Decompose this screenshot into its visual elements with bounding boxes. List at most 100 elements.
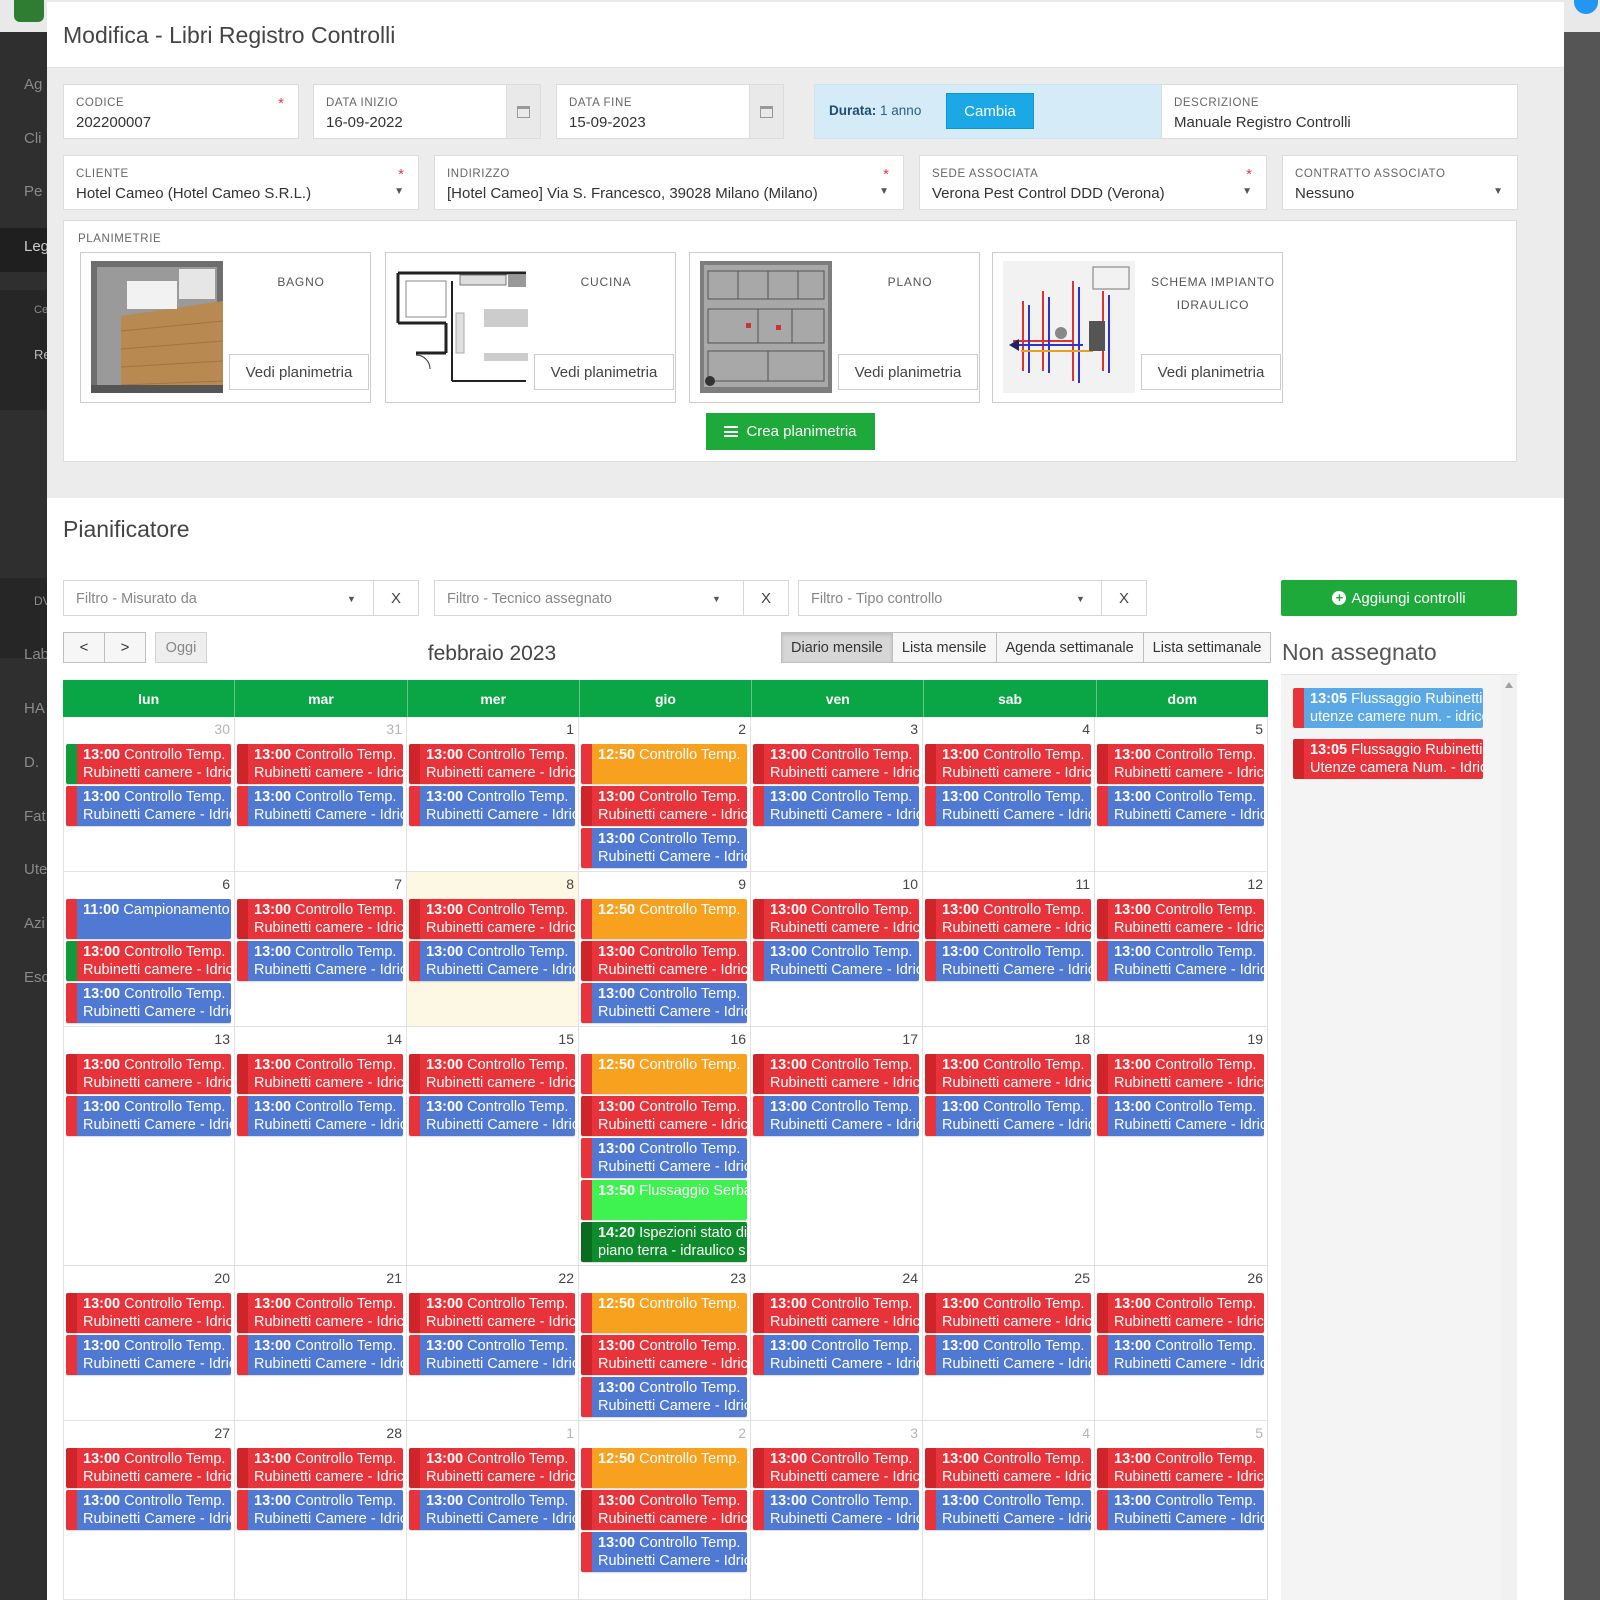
calendar-event[interactable]: 11:00 Campionamento xyxy=(66,899,231,939)
calendar-day[interactable]: 18 13:00 Controllo Temp. Rubinetti camere … xyxy=(923,1027,1095,1265)
day-number[interactable]: 12 xyxy=(1247,876,1263,892)
calendar-event[interactable]: 13:00 Controllo Temp. Rubinetti camere - … xyxy=(581,1335,747,1375)
today-button[interactable]: Oggi xyxy=(155,632,207,663)
day-number[interactable]: 4 xyxy=(1082,1425,1090,1441)
calendar-day[interactable]: 2 12:50 Controllo Temp. 13:00 Controllo Te… xyxy=(579,1421,751,1599)
calendar-event[interactable]: 13:00 Controllo Temp. Rubinetti Camere - … xyxy=(409,1490,575,1530)
calendar-event[interactable]: 13:00 Controllo Temp. Rubinetti Camere - … xyxy=(1097,1096,1264,1136)
filter-tipo-controllo[interactable]: Filtro - Tipo controllo ▼ X xyxy=(798,580,1147,616)
calendar-day[interactable]: 30 13:00 Controllo Temp. Rubinetti camere … xyxy=(63,717,235,871)
day-number[interactable]: 4 xyxy=(1082,721,1090,737)
calendar-event[interactable]: 13:00 Controllo Temp. Rubinetti Camere - … xyxy=(581,1138,747,1178)
calendar-event[interactable]: 12:50 Controllo Temp. xyxy=(581,1054,747,1094)
calendar-day[interactable]: 31 13:00 Controllo Temp. Rubinetti camere … xyxy=(235,717,407,871)
calendar-event[interactable]: 13:00 Controllo Temp. Rubinetti camere - … xyxy=(581,1490,747,1530)
day-number[interactable]: 28 xyxy=(386,1425,402,1441)
calendar-event[interactable]: 13:00 Controllo Temp. Rubinetti camere - … xyxy=(409,899,575,939)
calendar-event[interactable]: 13:00 Controllo Temp. Rubinetti Camere - … xyxy=(1097,1335,1264,1375)
calendar-day[interactable]: 5 13:00 Controllo Temp. Rubinetti camere -… xyxy=(1095,717,1268,871)
calendar-day[interactable]: 23 12:50 Controllo Temp. 13:00 Controllo T… xyxy=(579,1266,751,1420)
crea-planimetria-button[interactable]: Crea planimetria xyxy=(706,413,875,450)
calendar-event[interactable]: 13:00 Controllo Temp. Rubinetti Camere - … xyxy=(66,1490,231,1530)
calendar-event[interactable]: 13:00 Controllo Temp. Rubinetti Camere - … xyxy=(925,1490,1091,1530)
day-number[interactable]: 21 xyxy=(386,1270,402,1286)
view-lista-mensile[interactable]: Lista mensile xyxy=(892,632,997,663)
data-fine-field[interactable]: DATA FINE 15-09-2023 xyxy=(556,84,784,139)
calendar-event[interactable]: 12:50 Controllo Temp. xyxy=(581,899,747,939)
sidebar-item[interactable]: Ag xyxy=(24,76,48,93)
calendar-event[interactable]: 13:00 Controllo Temp. Rubinetti camere - … xyxy=(753,1054,919,1094)
vedi-planimetria-button[interactable]: Vedi planimetria xyxy=(838,354,978,390)
calendar-day[interactable]: 14 13:00 Controllo Temp. Rubinetti camere … xyxy=(235,1027,407,1265)
day-number[interactable]: 22 xyxy=(558,1270,574,1286)
calendar-day[interactable]: 22 13:00 Controllo Temp. Rubinetti camere … xyxy=(407,1266,579,1420)
calendar-day[interactable]: 13 13:00 Controllo Temp. Rubinetti camere … xyxy=(63,1027,235,1265)
chevron-down-icon[interactable]: ▼ xyxy=(1242,186,1252,197)
calendar-event[interactable]: 13:00 Controllo Temp. Rubinetti camere - … xyxy=(66,1054,231,1094)
calendar-day[interactable]: 4 13:00 Controllo Temp. Rubinetti camere -… xyxy=(923,717,1095,871)
calendar-day[interactable]: 16 12:50 Controllo Temp. 13:00 Controllo T… xyxy=(579,1027,751,1265)
calendar-event[interactable]: 13:00 Controllo Temp. Rubinetti camere - … xyxy=(409,744,575,784)
calendar-day[interactable]: 8 13:00 Controllo Temp. Rubinetti camere -… xyxy=(407,872,579,1026)
day-number[interactable]: 8 xyxy=(566,876,574,892)
calendar-event[interactable]: 13:00 Controllo Temp. Rubinetti Camere - … xyxy=(753,1490,919,1530)
day-number[interactable]: 2 xyxy=(738,721,746,737)
day-number[interactable]: 14 xyxy=(386,1031,402,1047)
vedi-planimetria-button[interactable]: Vedi planimetria xyxy=(229,354,369,390)
view-agenda-settimanale[interactable]: Agenda settimanale xyxy=(996,632,1144,663)
calendar-event[interactable]: 13:00 Controllo Temp. Rubinetti camere - … xyxy=(237,899,403,939)
calendar-event[interactable]: 13:00 Controllo Temp. Rubinetti camere - … xyxy=(753,899,919,939)
calendar-event[interactable]: 14:20 Ispezioni stato di piano terra - id… xyxy=(581,1222,747,1262)
calendar-event[interactable]: 13:00 Controllo Temp. Rubinetti Camere - … xyxy=(1097,1490,1264,1530)
view-lista-settimanale[interactable]: Lista settimanale xyxy=(1143,632,1272,663)
calendar-day[interactable]: 2 12:50 Controllo Temp. 13:00 Controllo Te… xyxy=(579,717,751,871)
calendar-event[interactable]: 13:00 Controllo Temp. Rubinetti camere - … xyxy=(237,744,403,784)
sidebar-item[interactable]: Cli xyxy=(24,130,48,147)
calendar-event[interactable]: 13:00 Controllo Temp. Rubinetti camere - … xyxy=(1097,1448,1264,1488)
vedi-planimetria-button[interactable]: Vedi planimetria xyxy=(534,354,674,390)
calendar-event[interactable]: 13:00 Controllo Temp. Rubinetti Camere - … xyxy=(237,1096,403,1136)
day-number[interactable]: 1 xyxy=(566,1425,574,1441)
calendar-event[interactable]: 13:00 Controllo Temp. Rubinetti Camere - … xyxy=(581,983,747,1023)
filter-tecnico-assegnato[interactable]: Filtro - Tecnico assegnato ▼ X xyxy=(434,580,789,616)
clear-filter-button[interactable]: X xyxy=(373,581,418,615)
unassigned-event[interactable]: 13:05 Flussaggio Rubinetti utenze camere… xyxy=(1293,688,1483,728)
calendar-event[interactable]: 13:00 Controllo Temp. Rubinetti Camere - … xyxy=(66,786,231,826)
day-number[interactable]: 16 xyxy=(730,1031,746,1047)
calendar-event[interactable]: 13:00 Controllo Temp. Rubinetti camere - … xyxy=(925,744,1091,784)
calendar-event[interactable]: 13:00 Controllo Temp. Rubinetti camere - … xyxy=(925,1293,1091,1333)
day-number[interactable]: 17 xyxy=(902,1031,918,1047)
calendar-day[interactable]: 21 13:00 Controllo Temp. Rubinetti camere … xyxy=(235,1266,407,1420)
sidebar-item[interactable]: Pe xyxy=(24,183,48,200)
day-number[interactable]: 30 xyxy=(214,721,230,737)
calendar-event[interactable]: 13:00 Controllo Temp. Rubinetti Camere - … xyxy=(66,1096,231,1136)
scrollbar[interactable] xyxy=(1501,675,1517,1600)
sidebar-item[interactable]: Lab xyxy=(24,646,48,663)
day-number[interactable]: 3 xyxy=(910,1425,918,1441)
chevron-down-icon[interactable]: ▼ xyxy=(394,186,404,197)
calendar-event[interactable]: 13:00 Controllo Temp. Rubinetti camere - … xyxy=(409,1293,575,1333)
data-inizio-field[interactable]: DATA INIZIO 16-09-2022 xyxy=(313,84,541,139)
calendar-day[interactable]: 6 11:00 Campionamento 13:00 Controllo Temp… xyxy=(63,872,235,1026)
calendar-event[interactable]: 13:00 Controllo Temp. Rubinetti camere - … xyxy=(1097,1293,1264,1333)
day-number[interactable]: 18 xyxy=(1074,1031,1090,1047)
sidebar-item[interactable]: Fat xyxy=(24,808,48,825)
calendar-day[interactable]: 1 13:00 Controllo Temp. Rubinetti camere -… xyxy=(407,1421,579,1599)
calendar-event[interactable]: 13:00 Controllo Temp. Rubinetti camere - … xyxy=(925,899,1091,939)
calendar-event[interactable]: 13:00 Controllo Temp. Rubinetti Camere - … xyxy=(66,983,231,1023)
calendar-event[interactable]: 13:00 Controllo Temp. Rubinetti camere - … xyxy=(1097,744,1264,784)
calendar-event[interactable]: 13:00 Controllo Temp. Rubinetti camere - … xyxy=(237,1293,403,1333)
day-number[interactable]: 31 xyxy=(386,721,402,737)
calendar-event[interactable]: 13:00 Controllo Temp. Rubinetti Camere - … xyxy=(753,1096,919,1136)
calendar-event[interactable]: 13:00 Controllo Temp. Rubinetti Camere - … xyxy=(237,786,403,826)
calendar-event[interactable]: 13:00 Controllo Temp. Rubinetti camere - … xyxy=(66,1448,231,1488)
calendar-event[interactable]: 13:00 Controllo Temp. Rubinetti Camere - … xyxy=(409,786,575,826)
calendar-day[interactable]: 11 13:00 Controllo Temp. Rubinetti camere … xyxy=(923,872,1095,1026)
day-number[interactable]: 1 xyxy=(566,721,574,737)
sidebar-item[interactable]: Esc xyxy=(24,969,48,986)
calendar-event[interactable]: 13:00 Controllo Temp. Rubinetti Camere - … xyxy=(409,941,575,981)
calendar-day[interactable]: 17 13:00 Controllo Temp. Rubinetti camere … xyxy=(751,1027,923,1265)
calendar-event[interactable]: 13:00 Controllo Temp. Rubinetti camere - … xyxy=(753,1448,919,1488)
calendar-event[interactable]: 13:00 Controllo Temp. Rubinetti camere - … xyxy=(1097,1054,1264,1094)
unassigned-event[interactable]: 13:05 Flussaggio Rubinetti Utenze camera… xyxy=(1293,739,1483,779)
